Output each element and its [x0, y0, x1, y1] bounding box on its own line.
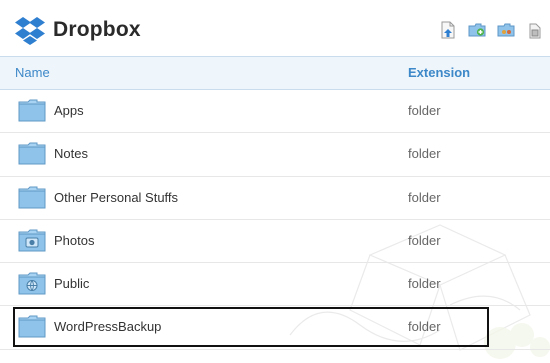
file-row[interactable]: Other Personal Stuffs folder: [0, 177, 550, 220]
folder-icon: [18, 186, 46, 209]
upload-icon: [441, 21, 455, 39]
column-extension-header[interactable]: Extension: [408, 57, 470, 89]
deleted-files-button[interactable]: [526, 21, 544, 39]
file-row[interactable]: Notes folder: [0, 133, 550, 177]
file-name[interactable]: Notes: [54, 133, 88, 175]
dropbox-logo-icon: [15, 17, 45, 45]
file-row-selected[interactable]: WordPressBackup folder: [0, 306, 550, 350]
file-extension: folder: [408, 146, 441, 162]
brand[interactable]: Dropbox: [14, 14, 141, 46]
column-header: Name Extension: [0, 56, 550, 90]
new-folder-button[interactable]: [468, 21, 486, 39]
file-row[interactable]: Photos folder: [0, 220, 550, 264]
file-list: Apps folder Notes folder Other Personal …: [0, 90, 550, 350]
folder-icon: [18, 142, 46, 165]
upload-button[interactable]: [439, 21, 457, 39]
file-extension: folder: [408, 232, 441, 248]
folder-icon: [18, 315, 46, 338]
file-extension: folder: [408, 319, 441, 335]
file-row[interactable]: Apps folder: [0, 90, 550, 134]
file-name[interactable]: Public: [54, 263, 89, 305]
photos-folder-icon: [18, 229, 46, 252]
file-extension: folder: [408, 103, 441, 118]
file-extension: folder: [408, 276, 441, 292]
deleted-files-icon: [529, 23, 541, 39]
column-name-header[interactable]: Name: [15, 57, 50, 89]
file-name[interactable]: Other Personal Stuffs: [54, 177, 178, 219]
file-row[interactable]: Public folder: [0, 263, 550, 307]
file-name[interactable]: Photos: [54, 220, 94, 262]
toolbar: [428, 21, 544, 39]
folder-icon: [18, 99, 46, 122]
file-extension: folder: [408, 189, 441, 205]
app-header: Dropbox: [0, 0, 550, 56]
new-folder-icon: [468, 23, 486, 37]
share-folder-button[interactable]: [497, 21, 515, 39]
public-folder-icon: [18, 272, 46, 295]
share-folder-icon: [497, 23, 515, 37]
file-name[interactable]: WordPressBackup: [54, 306, 161, 348]
file-name[interactable]: Apps: [54, 90, 84, 132]
brand-name: Dropbox: [53, 18, 141, 41]
